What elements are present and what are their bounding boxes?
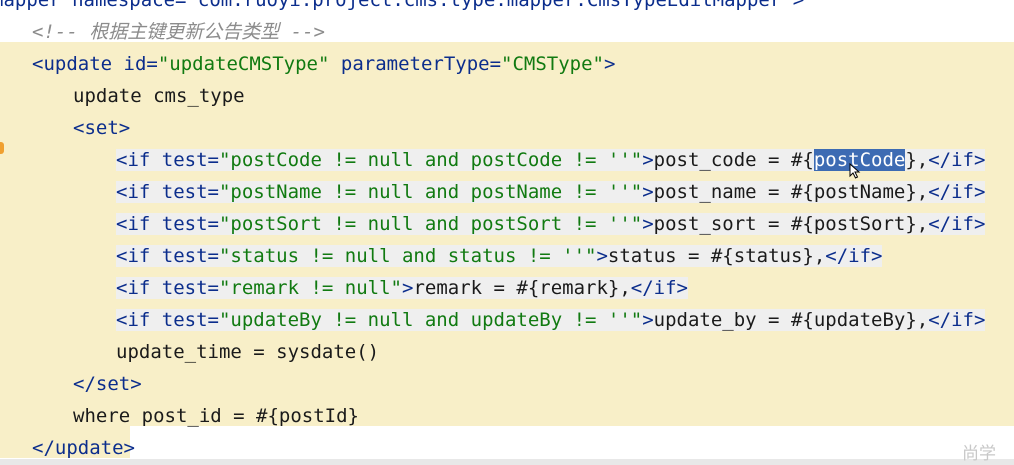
code-token: test= <box>161 277 219 299</box>
code-token: post_sort = #{postSort}, <box>653 213 929 235</box>
code-token: > <box>642 149 654 171</box>
code-token: <if <box>116 181 162 203</box>
code-line[interactable]: mapper namespace="com.ruoyi.project.cms.… <box>0 0 804 16</box>
code-token: <if <box>116 309 162 331</box>
code-token: "CMSType" <box>501 53 604 75</box>
code-token: <if <box>116 149 162 171</box>
code-token: </if> <box>825 245 883 267</box>
code-token: </set> <box>73 373 142 395</box>
code-token: test= <box>161 149 219 171</box>
code-token: </if> <box>928 309 986 331</box>
breakpoint-marker-icon[interactable] <box>0 142 4 154</box>
code-token: <if <box>116 277 162 299</box>
code-token: }, <box>905 149 929 171</box>
code-token: > <box>642 213 654 235</box>
code-token: </if> <box>928 181 986 203</box>
code-token: update_by = #{updateBy}, <box>653 309 929 331</box>
code-token: test= <box>161 309 219 331</box>
code-token: "postCode != null and postCode != ''" <box>218 149 643 171</box>
code-line[interactable]: where post_id = #{postId} <box>73 400 359 432</box>
watermark: 尚学 <box>962 444 996 464</box>
code-token: post_code = #{ <box>653 149 814 171</box>
code-token: > <box>642 309 654 331</box>
code-line[interactable]: <if test="postSort != null and postSort … <box>116 208 986 240</box>
code-token: <if <box>116 213 162 235</box>
code-token: test= <box>161 213 219 235</box>
code-token: "remark != null" <box>218 277 402 299</box>
code-token: <update <box>32 53 124 75</box>
code-token: <if <box>116 245 162 267</box>
code-token: </if> <box>928 213 986 235</box>
code-line[interactable]: <if test="status != null and status != '… <box>116 240 883 272</box>
code-line[interactable]: <!-- 根据主键更新公告类型 --> <box>32 16 325 48</box>
code-token: <!-- 根据主键更新公告类型 --> <box>32 21 325 43</box>
code-token: "updateBy != null and updateBy != ''" <box>218 309 643 331</box>
code-line[interactable]: <if test="postName != null and postName … <box>116 176 986 208</box>
code-token: where post_id = #{postId} <box>73 405 359 427</box>
code-line[interactable]: update_time = sysdate() <box>116 336 379 368</box>
code-token: > <box>402 277 414 299</box>
code-token: update cms_type <box>73 85 245 107</box>
code-line[interactable]: <if test="remark != null">remark = #{rem… <box>116 272 688 304</box>
code-token: </if> <box>928 149 986 171</box>
code-editor[interactable]: mapper namespace="com.ruoyi.project.cms.… <box>0 0 1014 465</box>
code-line[interactable]: </set> <box>73 368 142 400</box>
code-token: test= <box>161 245 219 267</box>
code-token: update_time = sysdate() <box>116 341 380 363</box>
code-token: mapper namespace="com.ruoyi.project.cms.… <box>0 0 805 11</box>
code-token: "postName != null and postName != ''" <box>218 181 643 203</box>
code-token: status = #{status}, <box>607 245 826 267</box>
code-token: > <box>596 245 608 267</box>
code-token: "updateCMSType" <box>157 53 330 75</box>
code-token: "status != null and status != ''" <box>218 245 597 267</box>
code-token: <set> <box>73 117 131 139</box>
code-token: > <box>603 53 616 75</box>
code-token: parameterType= <box>329 53 502 75</box>
code-token: test= <box>161 181 219 203</box>
code-token: id= <box>123 53 158 75</box>
code-token: post_name = #{postName}, <box>653 181 929 203</box>
code-token: > <box>642 181 654 203</box>
code-token: remark = #{remark}, <box>413 277 631 299</box>
code-token: </update> <box>32 437 135 459</box>
horizontal-scrollbar[interactable] <box>0 459 1014 465</box>
code-token: </if> <box>630 277 688 299</box>
mouse-cursor-icon <box>849 163 861 179</box>
code-line[interactable]: <update id="updateCMSType" parameterType… <box>32 48 615 80</box>
code-line[interactable]: <set> <box>73 112 130 144</box>
code-token: "postSort != null and postSort != ''" <box>218 213 643 235</box>
code-line[interactable]: update cms_type <box>73 80 245 112</box>
code-line[interactable]: <if test="updateBy != null and updateBy … <box>116 304 986 336</box>
